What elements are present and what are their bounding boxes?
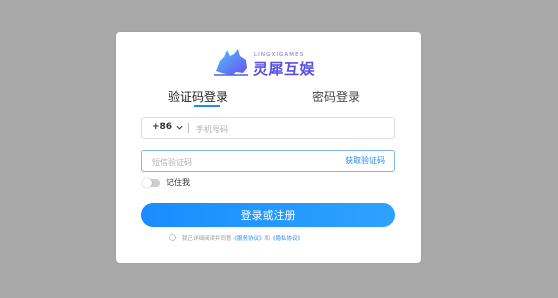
tab-sms-login[interactable]: 验证码登录 — [168, 88, 228, 105]
phone-input[interactable] — [194, 120, 388, 138]
get-code-button[interactable]: 获取验证码 — [345, 155, 385, 166]
remember-me-toggle[interactable] — [142, 178, 160, 188]
privacy-agreement-link[interactable]: 《隐私协议》 — [270, 236, 303, 242]
field-divider — [188, 123, 189, 133]
agreement-prefix: 我已详细阅读并同意 — [182, 236, 232, 242]
login-dialog: LINGXIGAMES 灵犀互娱 验证码登录 密码登录 +86 获取验证码 记住… — [116, 32, 421, 263]
toggle-knob — [142, 178, 152, 188]
login-register-button[interactable]: 登录或注册 — [141, 203, 395, 227]
remember-me-label: 记住我 — [166, 178, 190, 187]
brand-logo: LINGXIGAMES 灵犀互娱 — [212, 46, 331, 78]
chevron-down-icon[interactable] — [175, 123, 184, 132]
agreement-checkbox[interactable] — [169, 234, 176, 241]
service-agreement-link[interactable]: 《服务协议》 — [232, 236, 265, 242]
sms-code-field: 获取验证码 — [141, 150, 395, 172]
active-tab-indicator — [194, 105, 220, 107]
country-code-select[interactable]: +86 — [152, 122, 172, 132]
brand-name-cn: 灵犀互娱 — [253, 60, 316, 78]
tab-password-login[interactable]: 密码登录 — [312, 88, 360, 105]
phone-field: +86 — [141, 117, 395, 139]
brand-wordmark: LINGXIGAMES 灵犀互娱 — [253, 46, 331, 78]
agreement-text: 我已详细阅读并同意《服务协议》和《隐私协议》 — [182, 234, 303, 242]
rhino-logo-icon — [214, 49, 248, 76]
sms-code-input[interactable] — [150, 153, 324, 171]
